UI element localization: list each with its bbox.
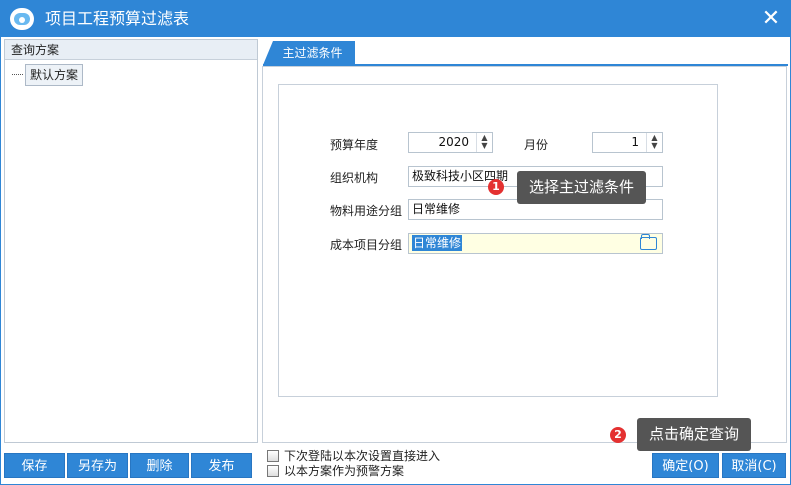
- material-group-label: 物料用途分组: [330, 204, 403, 218]
- tab-main-filter[interactable]: 主过滤条件: [263, 41, 355, 65]
- warning-plan-option[interactable]: 以本方案作为预警方案: [267, 463, 404, 479]
- organization-label: 组织机构: [330, 171, 379, 185]
- callout-two-badge: 2: [610, 427, 626, 443]
- callout-two: 点击确定查询: [637, 418, 752, 451]
- spinner-icon[interactable]: ▲ ▼: [476, 133, 492, 152]
- month-label: 月份: [524, 138, 549, 152]
- default-plan-item[interactable]: 默认方案: [25, 64, 84, 86]
- month-spinner[interactable]: 1 ▲ ▼: [592, 132, 663, 153]
- month-value: 1: [631, 135, 639, 149]
- query-plan-panel: 查询方案 默认方案: [4, 39, 258, 443]
- callout-one-badge: 1: [488, 179, 504, 195]
- callout-one: 选择主过滤条件: [517, 171, 647, 204]
- filter-content-frame: 预算年度 2020 ▲ ▼ 月份 1 ▲ ▼ 组织机构 极致科技小区四期 物料用途分…: [262, 66, 787, 443]
- app-logo-icon: [10, 8, 34, 30]
- save-button[interactable]: 保存: [4, 453, 65, 478]
- budget-filter-dialog: 项目工程预算过滤表 ✕ 查询方案 默认方案 主过滤条件 预算年度 2020 ▲ ▼…: [0, 0, 791, 485]
- budget-year-value: 2020: [438, 135, 469, 149]
- ok-button[interactable]: 确定(O): [652, 453, 719, 478]
- close-icon[interactable]: ✕: [760, 8, 782, 30]
- budget-year-spinner[interactable]: 2020 ▲ ▼: [408, 132, 493, 153]
- cost-group-field[interactable]: 日常维修: [408, 233, 663, 254]
- cancel-button[interactable]: 取消(C): [722, 453, 786, 478]
- warning-plan-checkbox[interactable]: [267, 465, 279, 477]
- window-title: 项目工程预算过滤表: [45, 9, 190, 28]
- cost-group-label: 成本项目分组: [330, 238, 403, 252]
- direct-entry-label: 下次登陆以本次设置直接进入: [284, 449, 441, 463]
- query-plan-header: 查询方案: [5, 40, 257, 60]
- cost-group-selected-value: 日常维修: [412, 235, 463, 251]
- direct-entry-option[interactable]: 下次登陆以本次设置直接进入: [267, 448, 440, 464]
- budget-year-label: 预算年度: [330, 138, 379, 152]
- publish-button[interactable]: 发布: [191, 453, 252, 478]
- tree-connector: [12, 74, 23, 75]
- filter-form: 预算年度 2020 ▲ ▼ 月份 1 ▲ ▼ 组织机构 极致科技小区四期 物料用途分…: [278, 84, 718, 397]
- direct-entry-checkbox[interactable]: [267, 450, 279, 462]
- title-bar: 项目工程预算过滤表 ✕: [1, 1, 790, 37]
- warning-plan-label: 以本方案作为预警方案: [284, 464, 405, 478]
- save-as-button[interactable]: 另存为: [67, 453, 128, 478]
- spinner-icon[interactable]: ▲ ▼: [646, 133, 662, 152]
- delete-button[interactable]: 删除: [130, 453, 189, 478]
- folder-icon[interactable]: [640, 234, 657, 250]
